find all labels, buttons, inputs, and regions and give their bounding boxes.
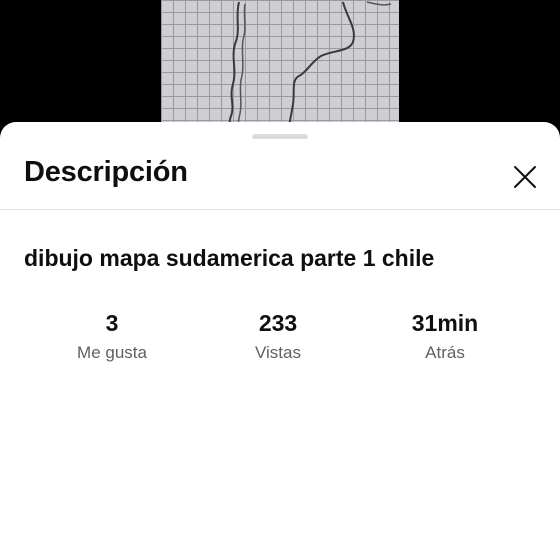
views-label: Vistas [255, 343, 301, 362]
video-thumbnail [161, 0, 399, 140]
close-button[interactable] [506, 158, 544, 196]
video-player[interactable] [0, 0, 560, 140]
drag-handle[interactable] [252, 134, 308, 139]
sheet-title: Descripción [24, 156, 188, 188]
stats-row: 3 Me gusta 233 Vistas 31min Atrás [0, 307, 560, 377]
close-icon [514, 166, 536, 188]
views-count: 233 [258, 310, 298, 336]
likes-label: Me gusta [77, 343, 147, 362]
stat-age: 31min Atrás [355, 307, 535, 365]
age-label: Atrás [425, 343, 465, 362]
stat-likes: 3 Me gusta [22, 307, 202, 365]
description-sheet: Descripción dibujo mapa sudamerica parte… [0, 122, 560, 560]
stat-views: 233 Vistas [188, 307, 368, 365]
sheet-header: Descripción [0, 142, 560, 210]
video-title: dibujo mapa sudamerica parte 1 chile [24, 245, 435, 271]
age-value: 31min [411, 310, 479, 336]
map-drawing [228, 1, 392, 140]
likes-count: 3 [105, 310, 119, 336]
